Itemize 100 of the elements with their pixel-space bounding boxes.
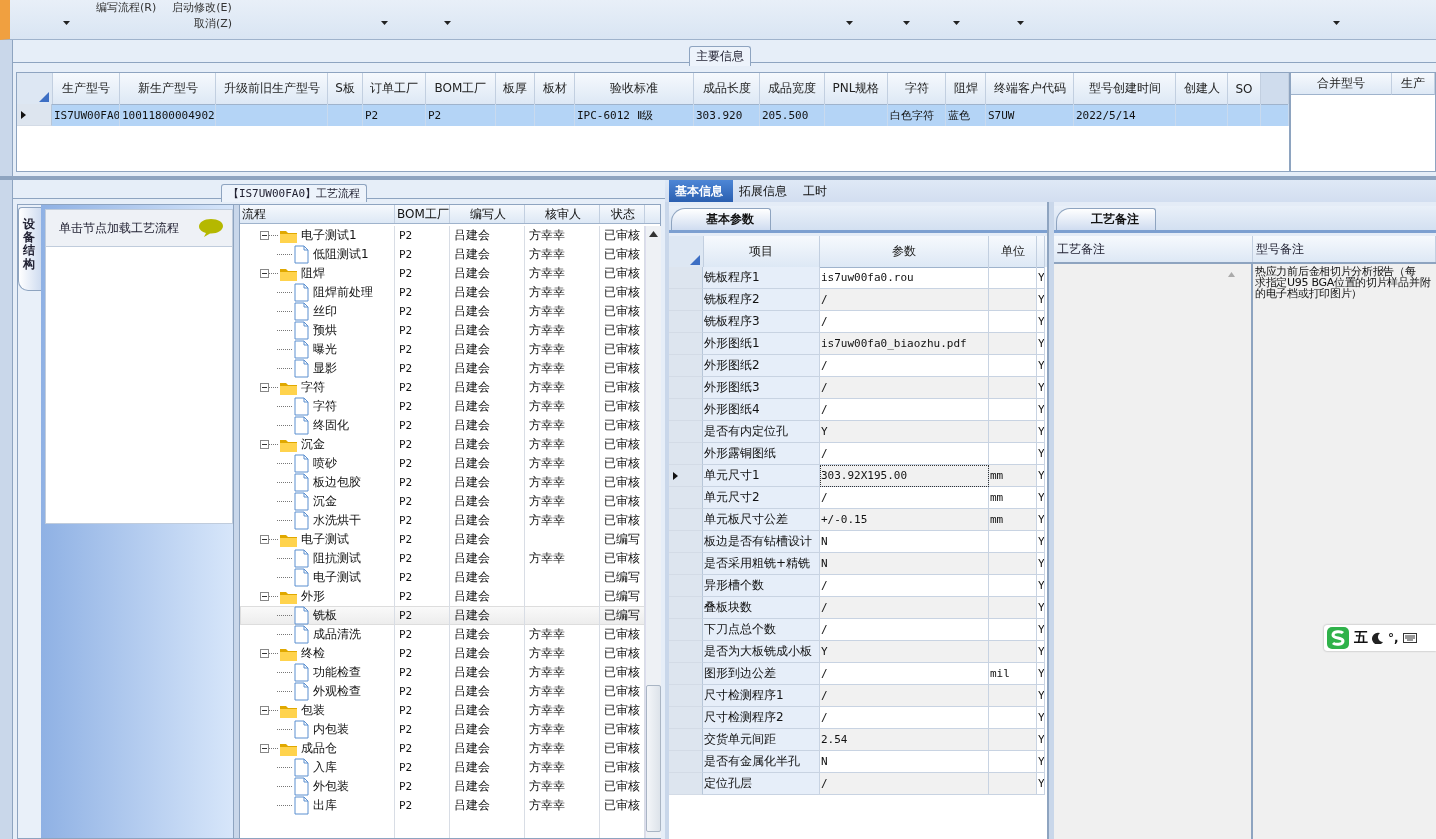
table-cell[interactable]: 2.54 [820, 729, 989, 751]
sub-tab[interactable]: 基本参数 [671, 208, 771, 230]
table-row[interactable]: 异形槽个数 / Y [669, 575, 1047, 597]
table-cell[interactable]: is7uw00fa0_biaozhu.pdf [820, 333, 989, 355]
table-row[interactable]: 外形图纸1 is7uw00fa0_biaozhu.pdf Y [669, 333, 1047, 355]
ribbon-command[interactable]: 取消(Z) [194, 16, 233, 31]
scroll-thumb[interactable] [646, 685, 661, 832]
dropdown-caret-icon[interactable] [444, 21, 451, 25]
column-header[interactable]: 参数 [820, 236, 989, 268]
table-row[interactable]: 是否有内定位孔 Y Y [669, 421, 1047, 443]
tree-row[interactable]: 成品仓 P2 吕建会 方幸幸 已审核 [240, 739, 645, 758]
table-row[interactable]: 交货单元间距 2.54 Y [669, 729, 1047, 751]
tree-row[interactable]: 字符 P2 吕建会 方幸幸 已审核 [240, 378, 645, 397]
tree-row[interactable]: 沉金 P2 吕建会 方幸幸 已审核 [240, 492, 645, 511]
vertical-tab[interactable]: 设备结构 [18, 207, 41, 291]
table-cell[interactable]: Y [820, 421, 989, 443]
sub-tab[interactable]: 工艺备注 [1056, 208, 1156, 230]
tree-row[interactable]: 喷砂 P2 吕建会 方幸幸 已审核 [240, 454, 645, 473]
tree-row[interactable]: 电子测试 P2 吕建会 已编写 [240, 568, 645, 587]
tree-row[interactable]: 电子测试 P2 吕建会 已编写 [240, 530, 645, 549]
tree-row[interactable]: 外包装 P2 吕建会 方幸幸 已审核 [240, 777, 645, 796]
column-header[interactable]: 生产 [1392, 73, 1435, 95]
tree-row[interactable]: 阻焊 P2 吕建会 方幸幸 已审核 [240, 264, 645, 283]
tab[interactable]: 基本信息 [669, 180, 733, 202]
dropdown-caret-icon[interactable] [1017, 21, 1024, 25]
column-header[interactable]: 流程 [240, 205, 395, 223]
table-cell[interactable]: +/-0.15 [820, 509, 989, 531]
dropdown-caret-icon[interactable] [953, 21, 960, 25]
collapse-icon[interactable] [260, 592, 269, 601]
table-cell[interactable]: 303.92X195.00 [820, 465, 989, 487]
table-row[interactable]: 铣板程序1 is7uw00fa0.rou Y [669, 267, 1047, 289]
tree-row[interactable]: 内包装 P2 吕建会 方幸幸 已审核 [240, 720, 645, 739]
tree-row[interactable]: 预烘 P2 吕建会 方幸幸 已审核 [240, 321, 645, 340]
table-cell[interactable]: / [820, 597, 989, 619]
table-row[interactable]: 单元尺寸2 / mm Y [669, 487, 1047, 509]
table-row[interactable]: 是否为大板铣成小板 Y Y [669, 641, 1047, 663]
column-header[interactable]: 核审人 [525, 205, 600, 223]
ribbon-command[interactable]: 启动修改(E) [172, 2, 232, 14]
table-row[interactable]: 铣板程序2 / Y [669, 289, 1047, 311]
tree-row[interactable]: 沉金 P2 吕建会 方幸幸 已审核 [240, 435, 645, 454]
collapse-icon[interactable] [260, 649, 269, 658]
column-header[interactable]: 合并型号 [1291, 73, 1392, 95]
tree-row[interactable]: 终检 P2 吕建会 方幸幸 已审核 [240, 644, 645, 663]
dropdown-caret-icon[interactable] [1333, 21, 1340, 25]
collapse-icon[interactable] [260, 383, 269, 392]
tree-row[interactable]: 水洗烘干 P2 吕建会 方幸幸 已审核 [240, 511, 645, 530]
dropdown-caret-icon[interactable] [903, 21, 910, 25]
tree-row[interactable]: 出库 P2 吕建会 方幸幸 已审核 [240, 796, 645, 815]
table-cell[interactable]: N [820, 553, 989, 575]
tree-row[interactable]: 功能检查 P2 吕建会 方幸幸 已审核 [240, 663, 645, 682]
scrollbar[interactable] [645, 226, 661, 838]
tree-row[interactable]: 包装 P2 吕建会 方幸幸 已审核 [240, 701, 645, 720]
tree-row[interactable]: 终固化 P2 吕建会 方幸幸 已审核 [240, 416, 645, 435]
collapse-icon[interactable] [260, 535, 269, 544]
table-cell[interactable]: / [820, 377, 989, 399]
dropdown-caret-icon[interactable] [63, 21, 70, 25]
collapse-icon[interactable] [260, 744, 269, 753]
tree-row[interactable]: 电子测试1 P2 吕建会 方幸幸 已审核 [240, 226, 645, 245]
tree-row[interactable]: 字符 P2 吕建会 方幸幸 已审核 [240, 397, 645, 416]
tree-row[interactable]: 入库 P2 吕建会 方幸幸 已审核 [240, 758, 645, 777]
tree-row[interactable]: 铣板 P2 吕建会 已编写 [240, 606, 645, 625]
table-cell[interactable]: / [820, 685, 989, 707]
table-row[interactable]: 下刀点总个数 / Y [669, 619, 1047, 641]
column-header[interactable]: 单位 [989, 236, 1037, 268]
tree-row[interactable]: 阻抗测试 P2 吕建会 方幸幸 已审核 [240, 549, 645, 568]
column-header[interactable]: 型号备注 [1253, 236, 1436, 262]
table-row[interactable]: 是否采用粗铣+精铣 N Y [669, 553, 1047, 575]
input-mode-text[interactable]: 五 [1354, 629, 1368, 647]
note-field[interactable] [1054, 264, 1253, 839]
tree-row[interactable]: 板边包胶 P2 吕建会 方幸幸 已审核 [240, 473, 645, 492]
table-row[interactable]: 外形图纸3 / Y [669, 377, 1047, 399]
tree-row[interactable]: 丝印 P2 吕建会 方幸幸 已审核 [240, 302, 645, 321]
tree-row[interactable]: 显影 P2 吕建会 方幸幸 已审核 [240, 359, 645, 378]
column-header[interactable]: 编写人 [450, 205, 525, 223]
table-row[interactable]: 外形图纸4 / Y [669, 399, 1047, 421]
table-row[interactable]: 单元尺寸1 303.92X195.00 mm Y [669, 465, 1047, 487]
table-row[interactable]: 尺寸检测程序1 / Y [669, 685, 1047, 707]
table-cell[interactable]: / [820, 773, 989, 795]
tree-row[interactable]: 成品清洗 P2 吕建会 方幸幸 已审核 [240, 625, 645, 644]
table-row[interactable]: IS7UW00FA0 10011800004902 P2 P2 IPC-6012 Ⅱ级 303.920 205.500 白色字符 蓝色 S7UW 2022/5/14 [17, 104, 1289, 126]
table-row[interactable]: 单元板尺寸公差 +/-0.15 mm Y [669, 509, 1047, 531]
table-cell[interactable]: Y [820, 641, 989, 663]
column-header[interactable]: 工艺备注 [1054, 236, 1253, 262]
ribbon-command[interactable]: 编写流程(R) [96, 2, 157, 14]
tree-row[interactable]: 曝光 P2 吕建会 方幸幸 已审核 [240, 340, 645, 359]
tree-row[interactable]: 外观检查 P2 吕建会 方幸幸 已审核 [240, 682, 645, 701]
column-header[interactable]: BOM工厂 [395, 205, 450, 223]
tab[interactable]: 拓展信息 [733, 180, 797, 202]
tab[interactable]: 工时 [797, 180, 837, 202]
tree-row[interactable]: 低阻测试1 P2 吕建会 方幸幸 已审核 [240, 245, 645, 264]
table-row[interactable]: 叠板块数 / Y [669, 597, 1047, 619]
table-cell[interactable]: / [820, 289, 989, 311]
table-row[interactable]: 外形图纸2 / Y [669, 355, 1047, 377]
punctuation-text[interactable]: °, [1388, 631, 1399, 645]
column-header[interactable]: 状态 [600, 205, 645, 223]
table-row[interactable]: 定位孔层 / Y [669, 773, 1047, 795]
collapse-icon[interactable] [260, 440, 269, 449]
table-row[interactable]: 铣板程序3 / Y [669, 311, 1047, 333]
collapse-icon[interactable] [260, 231, 269, 240]
collapse-icon[interactable] [260, 706, 269, 715]
